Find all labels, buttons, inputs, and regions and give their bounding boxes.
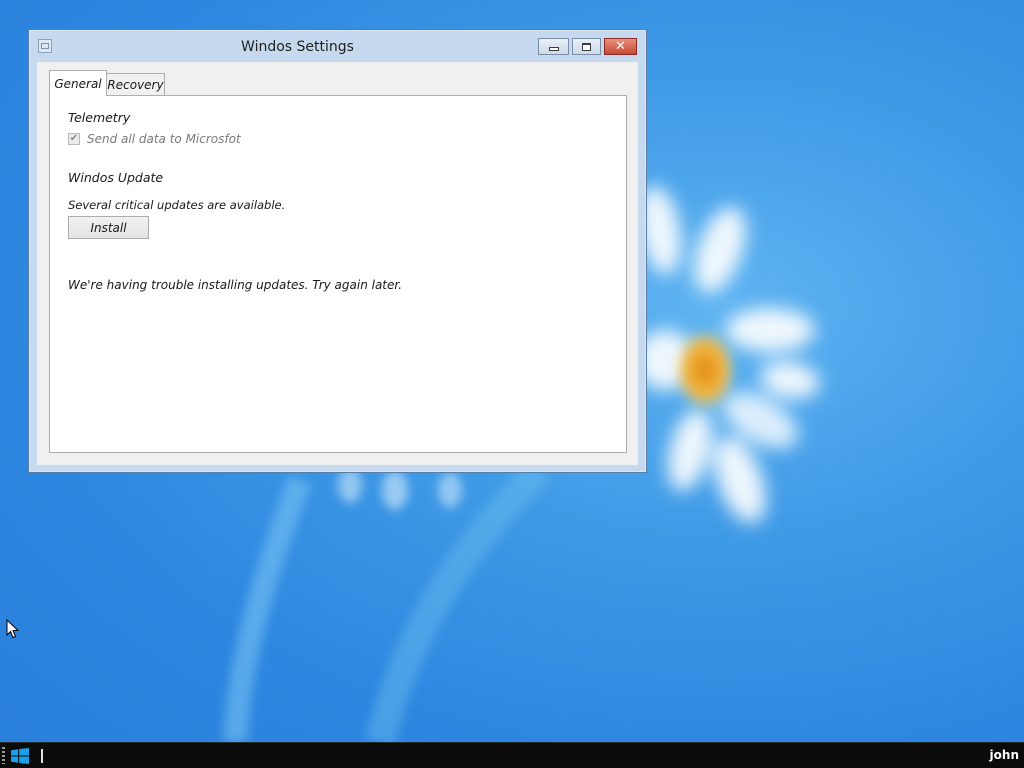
taskbar-grip[interactable] [2,747,5,764]
start-button[interactable] [9,746,31,765]
maximize-icon [582,42,591,51]
title-bar[interactable]: Windos Settings ✕ [29,30,646,62]
taskbar-separator [41,749,43,763]
install-button[interactable]: Install [68,216,149,239]
windows-update-heading: Windos Update [68,170,164,185]
close-icon: ✕ [615,39,626,54]
telemetry-checkbox[interactable]: ✔ [68,133,80,145]
general-tab-panel: Telemetry ✔ Send all data to Microsfot W… [49,95,627,453]
taskbar: john [0,742,1024,768]
minimize-icon [548,46,559,51]
checkmark-icon: ✔ [69,133,79,144]
window-client-area: General Recovery Telemetry ✔ Send all da… [37,62,638,465]
telemetry-heading: Telemetry [68,110,131,125]
taskbar-user-name[interactable]: john [990,748,1019,762]
windows-logo-icon [11,747,29,764]
window-title: Windos Settings [241,39,354,55]
update-error-message: We're having trouble installing updates.… [68,278,403,292]
update-status-text: Several critical updates are available. [68,198,286,212]
tab-general[interactable]: General [49,70,107,96]
telemetry-checkbox-row[interactable]: ✔ Send all data to Microsfot [68,132,241,146]
tab-recovery[interactable]: Recovery [107,73,165,96]
maximize-button[interactable] [572,38,601,55]
desktop[interactable]: Windos Settings ✕ General Recovery Telem… [0,0,1024,768]
telemetry-checkbox-label: Send all data to Microsfot [87,132,241,146]
settings-window[interactable]: Windos Settings ✕ General Recovery Telem… [28,29,647,473]
minimize-button[interactable] [538,38,569,55]
close-button[interactable]: ✕ [604,38,637,55]
mouse-pointer-icon [6,619,20,639]
